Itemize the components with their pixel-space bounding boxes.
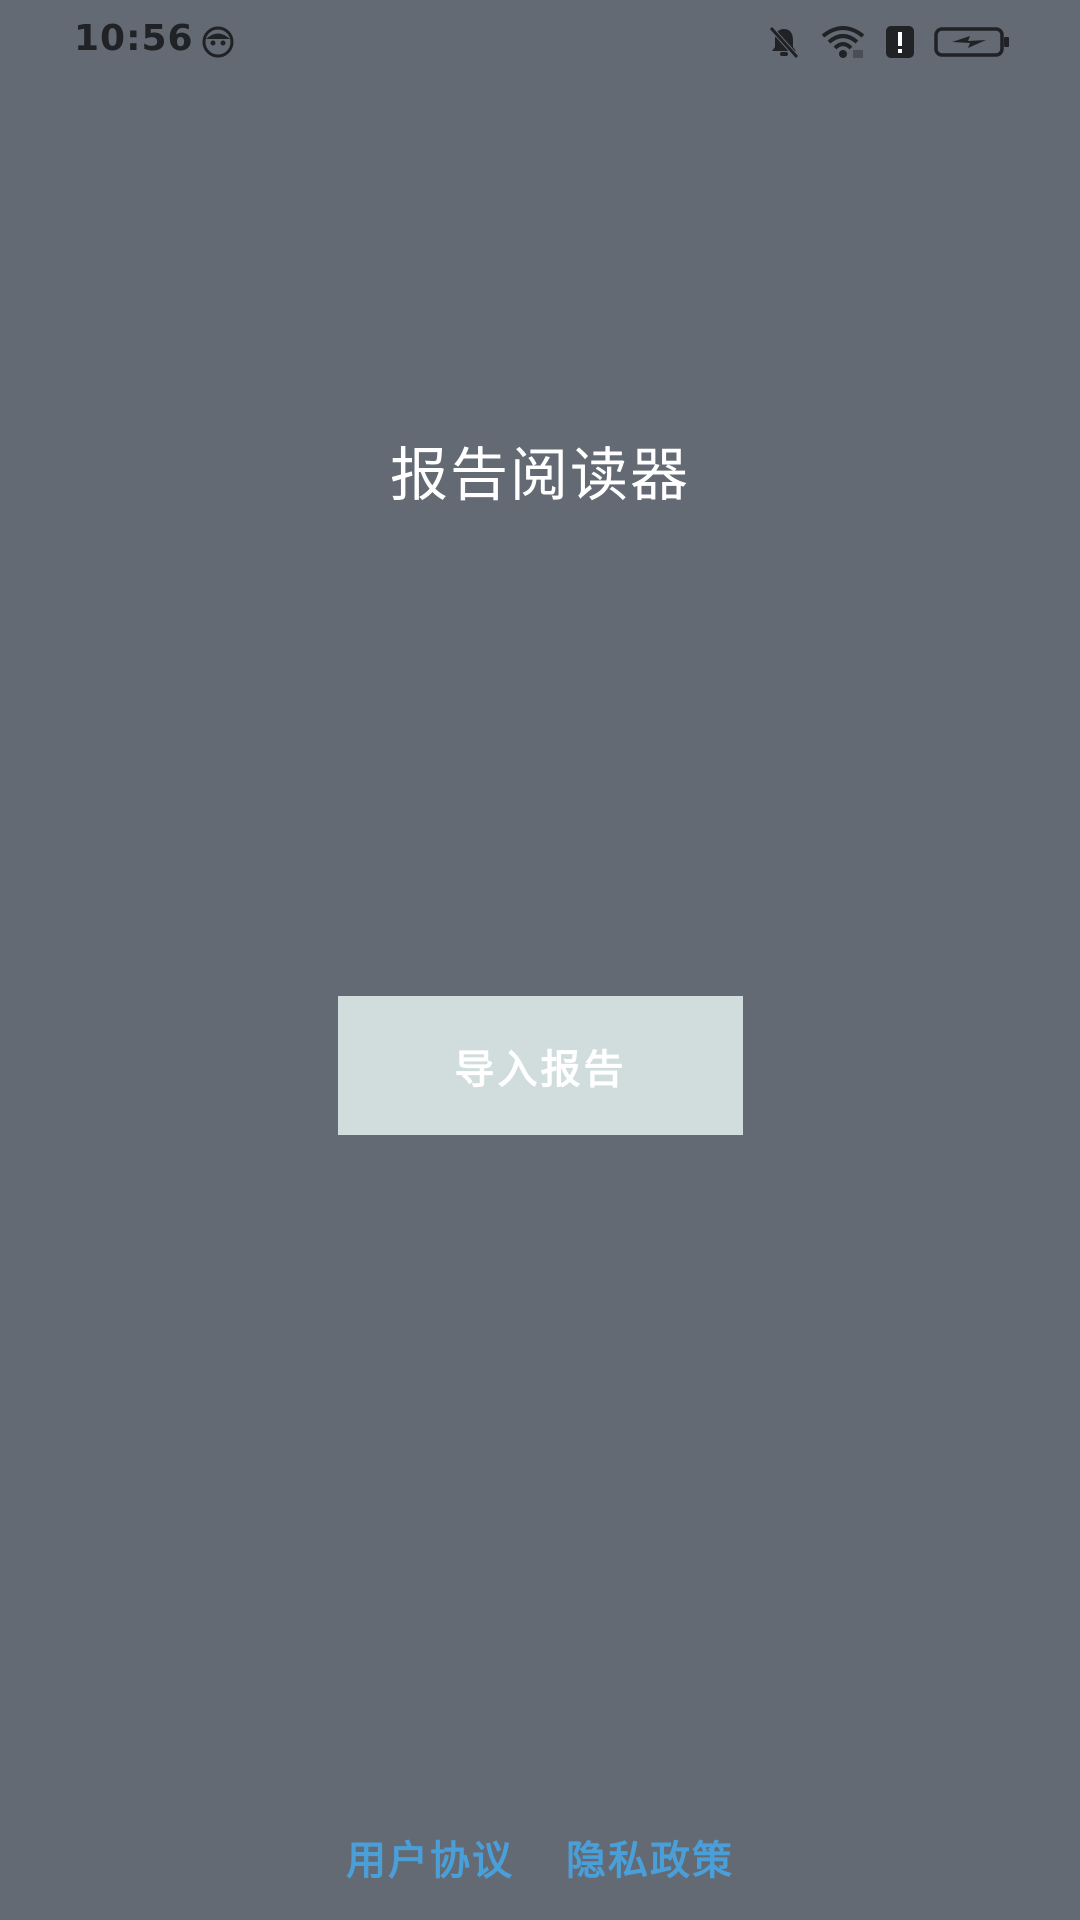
- bell-muted-icon: [766, 24, 802, 60]
- status-icons: [748, 20, 1010, 64]
- battery-charging-icon: [934, 24, 1010, 60]
- status-time: 10:56: [74, 18, 194, 59]
- screen: 10:56 报告阅读器 导入报告 用户协议 隐私政策: [0, 0, 1080, 1920]
- face-icon: [202, 26, 234, 58]
- privacy-policy-link[interactable]: 隐私政策: [566, 1828, 734, 1886]
- app-title: 报告阅读器: [389, 441, 690, 509]
- status-bar: 10:56: [0, 0, 1080, 84]
- user-agreement-link[interactable]: 用户协议: [346, 1828, 514, 1886]
- import-report-label: 导入报告: [454, 1047, 627, 1092]
- wifi-icon: [820, 24, 866, 60]
- import-report-button[interactable]: 导入报告: [338, 996, 743, 1135]
- footer-links: 用户协议 隐私政策: [0, 1828, 1080, 1886]
- alert-icon: [884, 24, 916, 60]
